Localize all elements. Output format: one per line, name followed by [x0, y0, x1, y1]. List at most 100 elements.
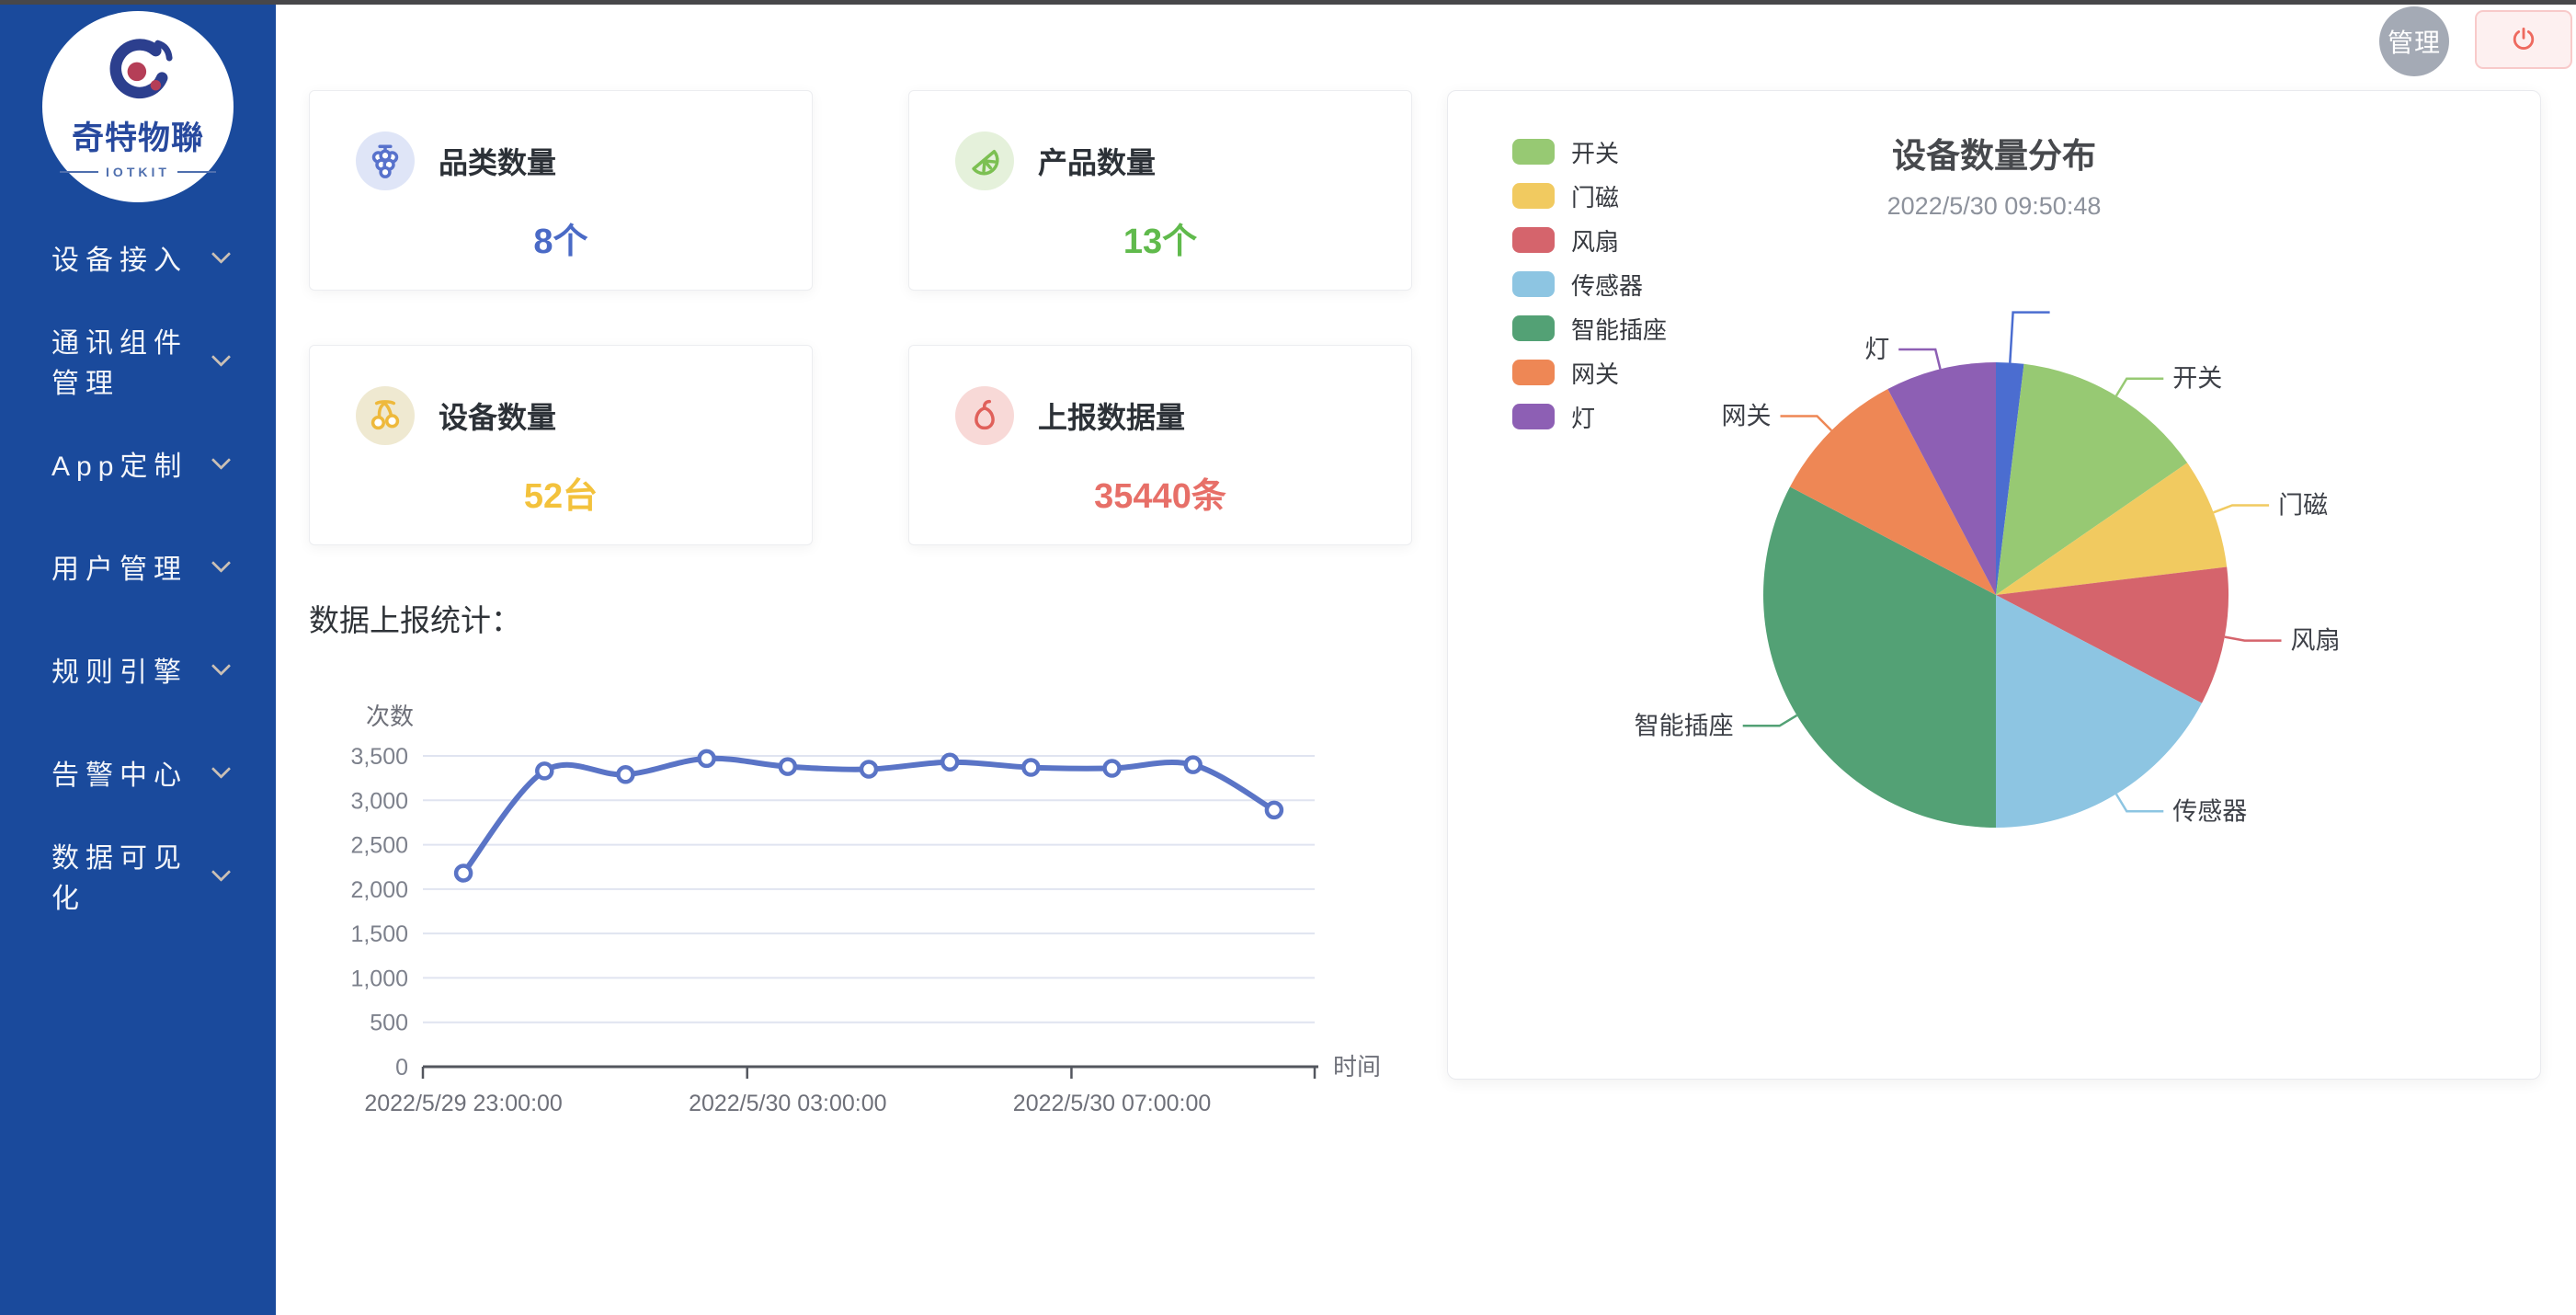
sidebar-item-label: 通讯组件管理: [51, 320, 214, 401]
pie-label-line: [2010, 313, 2049, 363]
pear-icon: [955, 386, 1014, 445]
chevron-down-icon: [211, 553, 231, 572]
line-data-point: [618, 767, 633, 782]
legend-swatch: [1512, 315, 1555, 341]
legend-label: 灯: [1571, 400, 1595, 434]
pie-label-line: [1898, 349, 1940, 369]
legend-label: 传感器: [1571, 268, 1643, 302]
svg-text:500: 500: [370, 1011, 408, 1036]
line-data-point: [456, 865, 471, 880]
chevron-down-icon: [211, 450, 231, 469]
svg-text:2,500: 2,500: [350, 833, 408, 859]
line-data-point: [942, 755, 957, 770]
user-avatar[interactable]: 管理: [2379, 6, 2449, 76]
sidebar-item-4[interactable]: 规则引擎: [0, 618, 276, 721]
pie-slice-label: 网关: [1722, 403, 1772, 430]
stat-card-label: 品类数量: [439, 140, 556, 182]
pie-slice-label: 开关: [2172, 365, 2222, 393]
svg-text:次数: 次数: [366, 703, 414, 730]
stat-card-3: 上报数据量 35440条: [908, 345, 1412, 545]
pie-slice-label: 门磁: [2278, 491, 2328, 519]
pie-label-line: [2225, 637, 2282, 641]
report-line-chart: 0 500 1,000 1,500 2,000 2,500 3,000 3,500 2022/5…: [303, 660, 1388, 1138]
logo-subtitle-text: IOTKIT: [106, 165, 170, 179]
legend-item-灯[interactable]: 灯: [1512, 394, 1667, 439]
legend-label: 风扇: [1571, 223, 1619, 257]
svg-text:3,500: 3,500: [350, 744, 408, 770]
line-data-point: [1267, 803, 1282, 818]
legend-label: 智能插座: [1571, 312, 1667, 346]
sidebar-item-label: App定制: [51, 443, 188, 484]
svg-text:1,000: 1,000: [350, 966, 408, 991]
pie-label-line: [2116, 795, 2163, 812]
device-distribution-panel: 设备数量分布 2022/5/30 09:50:48 开关门磁风扇传感器智能插座网…: [1447, 90, 2541, 1080]
main-content: 管理 品类数量 8个 产品数量 13个设备数量52台 上报数据量 35440条 数据上报统…: [276, 0, 2576, 1315]
logo-mark-icon: [100, 35, 176, 110]
line-data-point: [861, 761, 876, 776]
logo-subtitle: IOTKIT: [60, 165, 216, 179]
report-chart-title: 数据上报统计：: [309, 596, 521, 640]
legend-swatch: [1512, 139, 1555, 165]
stat-card-head: 产品数量: [955, 132, 1156, 190]
stat-card-2: 设备数量52台: [309, 345, 813, 545]
sidebar-item-5[interactable]: 告警中心: [0, 721, 276, 824]
stat-card-head: 上报数据量: [955, 386, 1185, 445]
stat-card-value: 35440条: [909, 467, 1411, 518]
sidebar-item-label: 用户管理: [51, 546, 188, 587]
legend-swatch: [1512, 227, 1555, 253]
sidebar-item-1[interactable]: 通讯组件管理: [0, 309, 276, 412]
legend-item-风扇[interactable]: 风扇: [1512, 218, 1667, 262]
chevron-down-icon: [211, 656, 231, 675]
legend-item-开关[interactable]: 开关: [1512, 130, 1667, 174]
stat-card-value: 13个: [909, 212, 1411, 263]
legend-item-网关[interactable]: 网关: [1512, 350, 1667, 394]
sidebar-item-label: 数据可见化: [51, 835, 214, 916]
logo-title: 奇特物聯: [72, 112, 204, 159]
svg-text:2,000: 2,000: [350, 877, 408, 903]
grapes-icon: [356, 132, 415, 190]
pie-slice-label: 传感器: [2172, 797, 2247, 825]
sidebar-menu: 设备接入通讯组件管理 App定制用户管理规则引擎告警中心数据可见化: [0, 206, 276, 927]
lemon-icon: [955, 132, 1014, 190]
chevron-down-icon: [211, 759, 231, 778]
line-data-point: [1105, 761, 1120, 776]
stat-card-value: 8个: [310, 212, 812, 263]
sidebar-item-label: 告警中心: [51, 752, 188, 793]
sidebar-item-label: 设备接入: [51, 237, 188, 278]
legend-swatch: [1512, 271, 1555, 297]
legend-item-门磁[interactable]: 门磁: [1512, 174, 1667, 218]
stat-card-label: 产品数量: [1038, 140, 1156, 182]
legend-item-传感器[interactable]: 传感器: [1512, 262, 1667, 306]
sidebar-item-3[interactable]: 用户管理: [0, 515, 276, 618]
svg-text:3,000: 3,000: [350, 788, 408, 814]
chevron-down-icon: [211, 244, 231, 263]
pie-label-line: [1781, 417, 1832, 431]
legend-item-智能插座[interactable]: 智能插座: [1512, 306, 1667, 350]
pie-slice-label: 风扇: [2290, 627, 2340, 655]
pie-slice-label: 智能插座: [1635, 712, 1734, 739]
pie-label-line: [2116, 379, 2163, 396]
sidebar-item-6[interactable]: 数据可见化: [0, 824, 276, 927]
pie-legend: 开关门磁风扇传感器智能插座网关灯: [1512, 130, 1667, 439]
stat-card-label: 设备数量: [439, 394, 556, 437]
legend-label: 网关: [1571, 356, 1619, 390]
user-avatar-label: 管理: [2388, 23, 2441, 60]
sidebar-item-label: 规则引擎: [51, 649, 188, 690]
svg-text:2022/5/29 23:00:00: 2022/5/29 23:00:00: [364, 1091, 562, 1116]
logo-rule-right: [177, 171, 216, 173]
cherry-icon: [356, 386, 415, 445]
chevron-down-icon: [211, 862, 231, 881]
svg-text:0: 0: [395, 1055, 408, 1081]
legend-label: 门磁: [1571, 179, 1619, 213]
svg-text:1,500: 1,500: [350, 921, 408, 947]
line-data-point: [537, 763, 552, 778]
window-top-strip: [0, 0, 2576, 5]
sidebar-item-0[interactable]: 设备接入: [0, 206, 276, 309]
legend-swatch: [1512, 404, 1555, 429]
sidebar-item-2[interactable]: App定制: [0, 412, 276, 515]
logout-button[interactable]: [2475, 10, 2572, 69]
legend-swatch: [1512, 360, 1555, 385]
logo-rule-left: [60, 171, 98, 173]
stat-card-head: 品类数量: [356, 132, 556, 190]
svg-text:2022/5/30 03:00:00: 2022/5/30 03:00:00: [689, 1091, 886, 1116]
